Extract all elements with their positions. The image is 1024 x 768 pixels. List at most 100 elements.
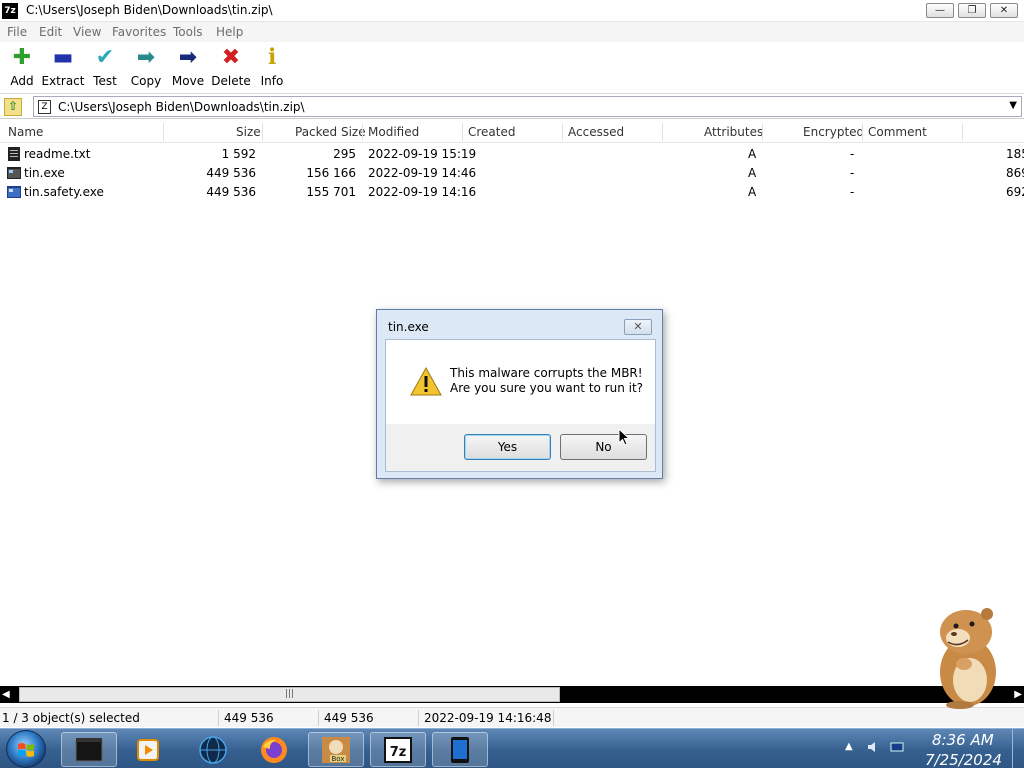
column-comment[interactable]: Comment [868,125,927,139]
test-button[interactable]: ✔ Test [83,46,127,90]
taskbar-box-game[interactable]: Box [308,732,364,767]
copy-label: Copy [130,74,162,88]
clock-time[interactable]: 8:36 AM [932,731,994,749]
delete-icon: ✖ [221,45,241,70]
box-text: Box [331,755,344,763]
dialog-message-line1: This malware corrupts the MBR! [450,366,643,380]
horizontal-scrollbar[interactable]: ◀ ||| ▶ [0,686,1024,703]
scrollbar-thumb[interactable]: ||| [19,687,560,702]
box-game-icon: Box [322,736,350,763]
column-encrypted[interactable]: Encrypted [803,125,864,139]
clock-date[interactable]: 7/25/2024 [925,751,1002,768]
column-size[interactable]: Size [236,125,261,139]
column-packed-size[interactable]: Packed Size [295,125,366,139]
taskbar-7zip[interactable]: 7z [370,732,426,767]
file-name: tin.exe [24,166,65,180]
menu-file[interactable]: File [7,25,27,39]
toolbar: ✚ Add ▬ Extract ✔ Test ➡ Copy ➡ Move ✖ D… [0,42,1024,94]
warning-icon [410,367,442,396]
start-button[interactable] [6,730,46,768]
firefox-icon [261,736,287,763]
extract-label: Extract [41,74,85,88]
file-packed-size: 295 [333,147,356,161]
dialog-title: tin.exe [388,320,429,334]
add-icon: ✚ [12,45,32,70]
menu-edit[interactable]: Edit [39,25,62,39]
table-row[interactable]: readme.txt 1 592 295 2022-09-19 15:19 A … [0,145,1024,164]
address-bar: ⇧ Z C:\Users\Joseph Biden\Downloads\tin.… [0,95,1024,119]
add-label: Add [10,74,34,88]
scroll-right-icon[interactable]: ▶ [1008,688,1022,701]
column-attributes[interactable]: Attributes [704,125,763,139]
dialog-body: This malware corrupts the MBR! Are you s… [385,339,656,472]
taskbar-globe-browser[interactable] [185,732,241,767]
column-accessed[interactable]: Accessed [568,125,624,139]
delete-button[interactable]: ✖ Delete [209,46,253,90]
maximize-button[interactable]: ❐ [958,3,986,18]
menu-bar: File Edit View Favorites Tools Help [0,22,1024,42]
copy-icon: ➡ [136,45,156,70]
network-icon[interactable] [890,740,904,754]
file-encrypted: - [850,147,855,161]
taskbar-firefox[interactable] [246,732,302,767]
path-field[interactable]: Z C:\Users\Joseph Biden\Downloads\tin.zi… [33,96,1022,117]
file-encrypted: - [850,185,855,199]
file-name: readme.txt [24,147,91,161]
taskbar-media-player[interactable] [120,732,176,767]
window-title: C:\Users\Joseph Biden\Downloads\tin.zip\ [26,3,273,17]
text-file-icon [8,147,20,161]
7z-text: 7z [390,745,407,760]
status-modified: 2022-09-19 14:16:48 [424,711,552,725]
taskbar-terminal[interactable] [61,732,117,767]
exe-file-icon [7,167,21,179]
status-selection: 1 / 3 object(s) selected [2,711,140,725]
column-name[interactable]: Name [8,125,43,139]
file-encrypted: - [850,166,855,180]
table-row[interactable]: tin.exe 449 536 156 166 2022-09-19 14:46… [0,164,1024,183]
7zip-app-icon: 7z [2,3,18,19]
list-header: Name Size Packed Size Modified Created A… [0,121,1024,143]
path-dropdown-icon[interactable]: ▼ [1009,100,1017,111]
menu-view[interactable]: View [73,25,101,39]
file-size: 449 536 [206,166,256,180]
menu-help[interactable]: Help [216,25,243,39]
title-bar: 7z C:\Users\Joseph Biden\Downloads\tin.z… [0,0,1024,22]
mouse-cursor-icon [618,428,630,446]
folder-up-button[interactable]: ⇧ [4,98,22,116]
close-button[interactable]: ✕ [990,3,1018,18]
yes-button[interactable]: Yes [464,434,551,460]
file-crc: 185 [1006,147,1024,161]
volume-icon[interactable] [866,740,880,754]
file-modified: 2022-09-19 14:16 [368,185,477,199]
dialog-close-button[interactable]: ✕ [624,319,652,335]
table-row[interactable]: tin.safety.exe 449 536 155 701 2022-09-1… [0,183,1024,202]
copy-button[interactable]: ➡ Copy [124,46,168,90]
zip-archive-icon: Z [38,100,51,114]
add-button[interactable]: ✚ Add [0,46,44,90]
globe-icon [199,735,227,764]
minimize-button[interactable]: — [926,3,954,18]
tablet-icon [451,736,469,763]
info-icon: ℹ [267,45,277,70]
column-created[interactable]: Created [468,125,516,139]
column-modified[interactable]: Modified [368,125,419,139]
terminal-icon [75,737,103,761]
info-button[interactable]: ℹ Info [250,46,294,90]
media-player-icon [137,738,159,761]
taskbar-tablet-app[interactable] [432,732,488,767]
extract-icon: ▬ [52,45,74,70]
file-modified: 2022-09-19 15:19 [368,147,477,161]
menu-tools[interactable]: Tools [173,25,203,39]
move-button[interactable]: ➡ Move [166,46,210,90]
tray-expand-icon[interactable]: ▲ [845,741,853,752]
info-label: Info [260,74,284,88]
extract-button[interactable]: ▬ Extract [41,46,85,90]
scroll-left-icon[interactable]: ◀ [2,688,16,701]
hamster-image [940,608,996,709]
file-modified: 2022-09-19 14:46 [368,166,477,180]
show-desktop-button[interactable] [1012,729,1024,768]
no-button[interactable]: No [560,434,647,460]
path-text: C:\Users\Joseph Biden\Downloads\tin.zip\ [58,100,305,114]
exe-file-icon [7,186,21,198]
menu-favorites[interactable]: Favorites [112,25,166,39]
